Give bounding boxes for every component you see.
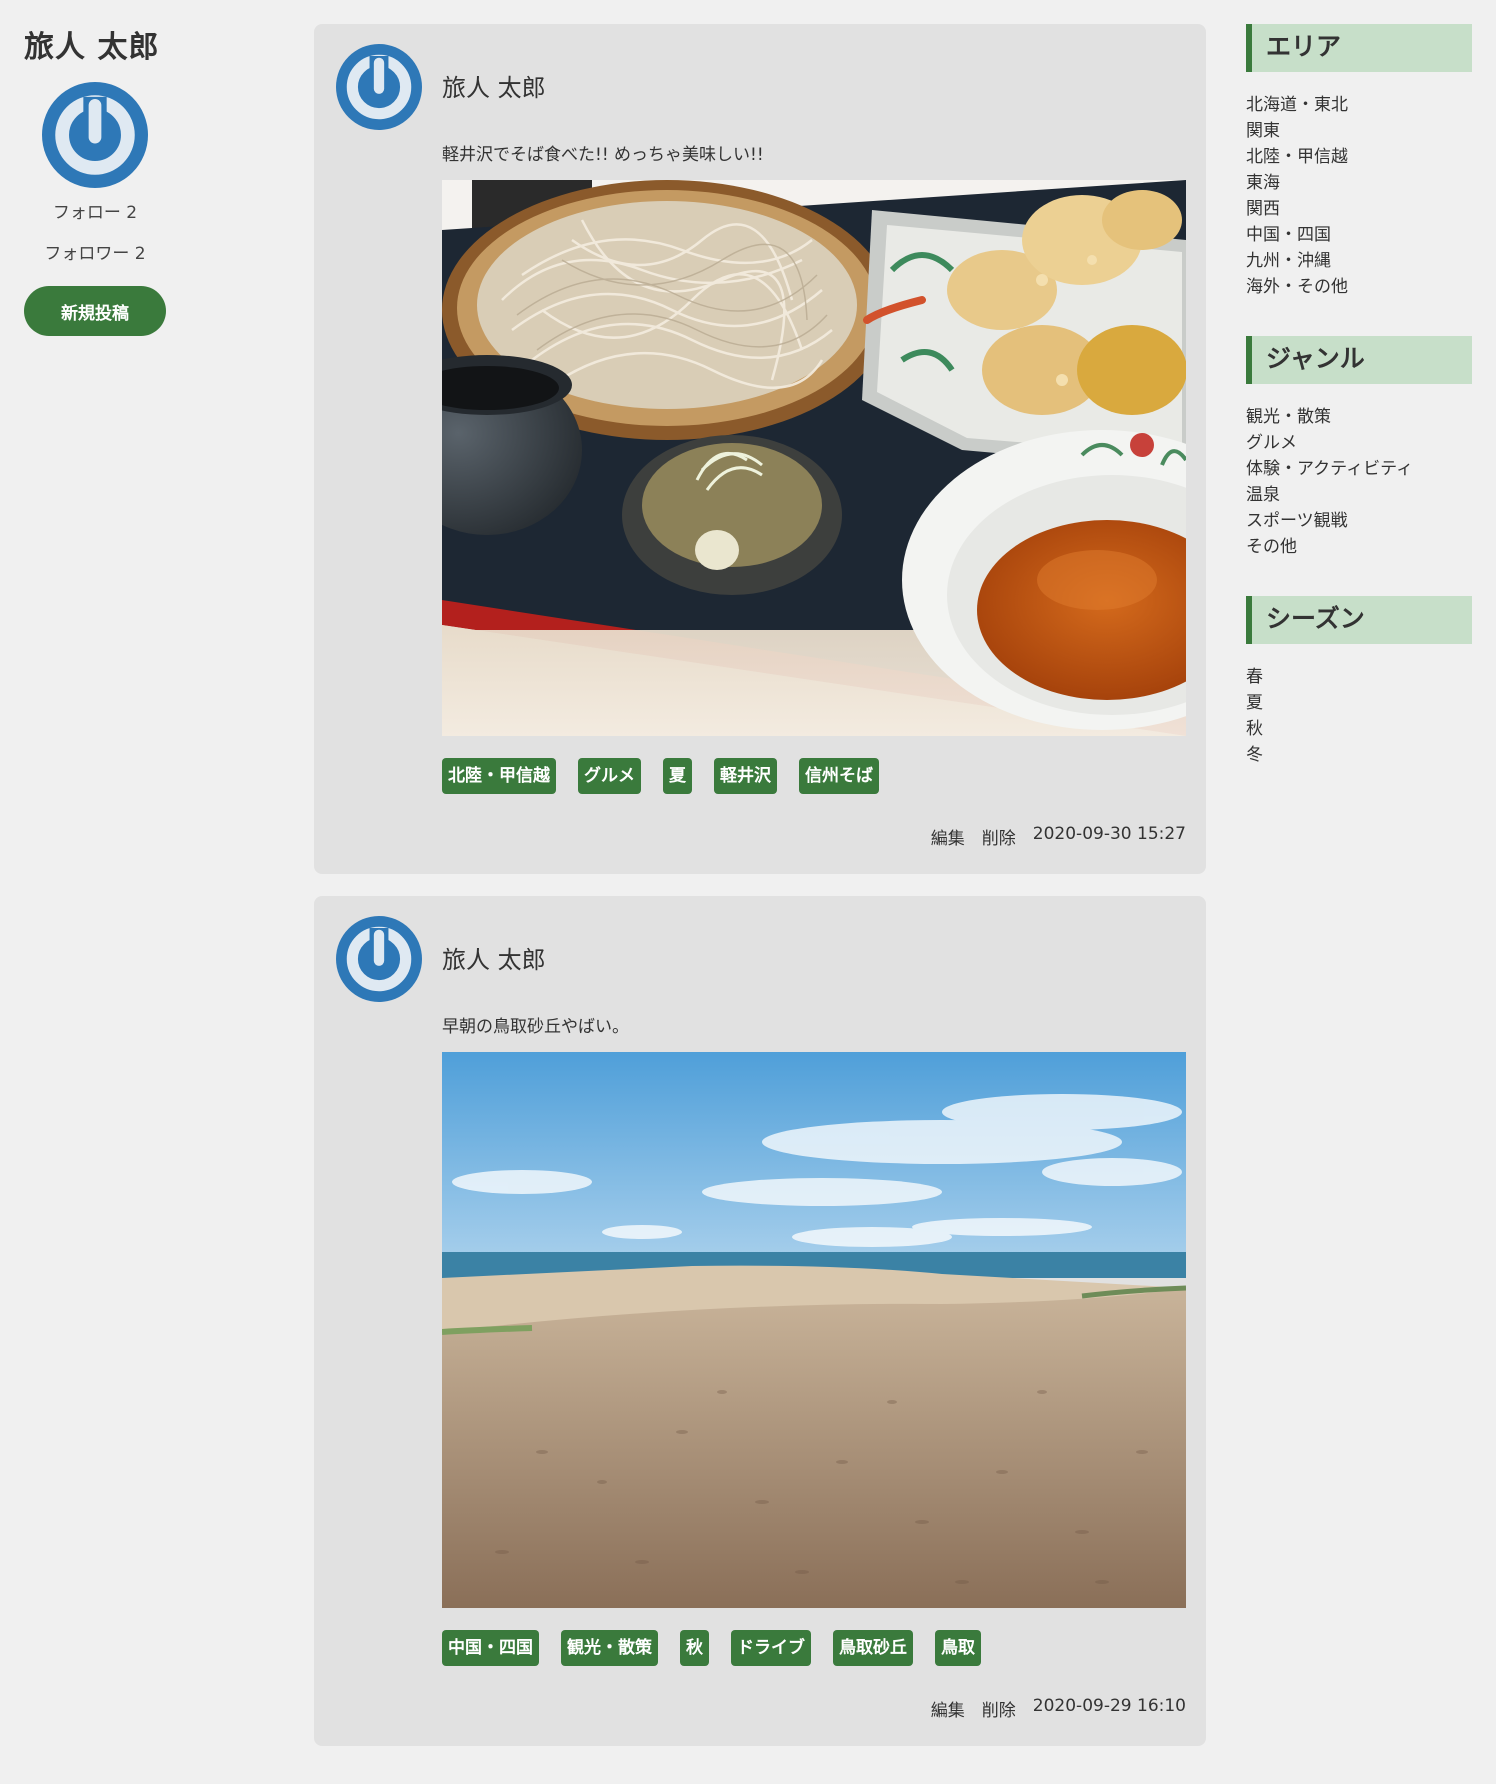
post-card: 旅人 太郎 軽井沢でそば食べた!! めっちゃ美味しい!! 北陸・甲信越 グルメ … [314, 24, 1206, 874]
tottori-sand-dunes-photo[interactable] [442, 1052, 1186, 1608]
page: 旅人 太郎 フォロー 2 フォロワー 2 新規投稿 旅人 太郎 軽井沢でそば食べ… [0, 0, 1496, 1784]
tag[interactable]: 観光・散策 [561, 1630, 658, 1666]
post-footer: 編集 削除 2020-09-29 16:10 [931, 1696, 1186, 1721]
post-text: 早朝の鳥取砂丘やばい。 [442, 1017, 629, 1037]
post-timestamp: 2020-09-29 16:10 [1032, 1696, 1186, 1716]
area-item[interactable]: 九州・沖縄 [1246, 248, 1472, 274]
post-text: 軽井沢でそば食べた!! めっちゃ美味しい!! [442, 145, 764, 165]
post-author-avatar[interactable] [336, 916, 422, 1002]
post-photo-image [442, 180, 1186, 736]
post-author-name[interactable]: 旅人 太郎 [442, 68, 546, 103]
post-photo-image [442, 1052, 1186, 1608]
season-item[interactable]: 春 [1246, 664, 1472, 690]
post-card: 旅人 太郎 早朝の鳥取砂丘やばい。 中国・四国 観光・散策 秋 ドライブ 鳥取砂… [314, 896, 1206, 1746]
tag-list: 中国・四国 観光・散策 秋 ドライブ 鳥取砂丘 鳥取 [442, 1630, 981, 1666]
genre-section: ジャンル 観光・散策 グルメ 体験・アクティビティ 温泉 スポーツ観戦 その他 [1246, 336, 1472, 560]
season-section: シーズン 春 夏 秋 冬 [1246, 596, 1472, 768]
genre-list: 観光・散策 グルメ 体験・アクティビティ 温泉 スポーツ観戦 その他 [1246, 404, 1472, 560]
genre-item[interactable]: 体験・アクティビティ [1246, 456, 1472, 482]
soba-and-tempura-photo[interactable] [442, 180, 1186, 736]
tag[interactable]: グルメ [578, 758, 641, 794]
area-item[interactable]: 北陸・甲信越 [1246, 144, 1472, 170]
area-item[interactable]: 北海道・東北 [1246, 92, 1472, 118]
tag[interactable]: 信州そば [799, 758, 879, 794]
post-timestamp: 2020-09-30 15:27 [1032, 824, 1186, 844]
season-item[interactable]: 秋 [1246, 716, 1472, 742]
tag[interactable]: 軽井沢 [714, 758, 777, 794]
tag[interactable]: ドライブ [731, 1630, 811, 1666]
genre-item[interactable]: グルメ [1246, 430, 1472, 456]
profile-name: 旅人 太郎 [24, 30, 160, 65]
genre-item[interactable]: その他 [1246, 534, 1472, 560]
delete-link[interactable]: 削除 [982, 1696, 1016, 1721]
power-logo-icon [42, 82, 148, 188]
season-list: 春 夏 秋 冬 [1246, 664, 1472, 768]
post-author-name[interactable]: 旅人 太郎 [442, 940, 546, 975]
profile-avatar[interactable] [42, 82, 148, 188]
tag-list: 北陸・甲信越 グルメ 夏 軽井沢 信州そば [442, 758, 879, 794]
tag[interactable]: 秋 [680, 1630, 709, 1666]
power-logo-icon [336, 916, 422, 1002]
power-logo-icon [336, 44, 422, 130]
area-item[interactable]: 海外・その他 [1246, 274, 1472, 300]
tag[interactable]: 中国・四国 [442, 1630, 539, 1666]
genre-item[interactable]: 温泉 [1246, 482, 1472, 508]
season-item[interactable]: 冬 [1246, 742, 1472, 768]
season-heading: シーズン [1246, 596, 1472, 644]
area-heading: エリア [1246, 24, 1472, 72]
tag[interactable]: 鳥取砂丘 [833, 1630, 913, 1666]
profile-panel: 旅人 太郎 フォロー 2 フォロワー 2 新規投稿 [24, 22, 166, 336]
tag[interactable]: 北陸・甲信越 [442, 758, 556, 794]
area-list: 北海道・東北 関東 北陸・甲信越 東海 関西 中国・四国 九州・沖縄 海外・その… [1246, 92, 1472, 300]
genre-heading: ジャンル [1246, 336, 1472, 384]
tag[interactable]: 夏 [663, 758, 692, 794]
category-sidebar: エリア 北海道・東北 関東 北陸・甲信越 東海 関西 中国・四国 九州・沖縄 海… [1246, 24, 1472, 768]
genre-item[interactable]: スポーツ観戦 [1246, 508, 1472, 534]
area-item[interactable]: 中国・四国 [1246, 222, 1472, 248]
follower-count[interactable]: フォロワー 2 [24, 239, 166, 264]
season-item[interactable]: 夏 [1246, 690, 1472, 716]
post-footer: 編集 削除 2020-09-30 15:27 [931, 824, 1186, 849]
new-post-button[interactable]: 新規投稿 [24, 286, 166, 336]
delete-link[interactable]: 削除 [982, 824, 1016, 849]
area-item[interactable]: 関西 [1246, 196, 1472, 222]
edit-link[interactable]: 編集 [931, 824, 965, 849]
tag[interactable]: 鳥取 [935, 1630, 981, 1666]
area-item[interactable]: 関東 [1246, 118, 1472, 144]
genre-item[interactable]: 観光・散策 [1246, 404, 1472, 430]
area-item[interactable]: 東海 [1246, 170, 1472, 196]
edit-link[interactable]: 編集 [931, 1696, 965, 1721]
area-section: エリア 北海道・東北 関東 北陸・甲信越 東海 関西 中国・四国 九州・沖縄 海… [1246, 24, 1472, 300]
post-author-avatar[interactable] [336, 44, 422, 130]
follow-count[interactable]: フォロー 2 [24, 198, 166, 223]
